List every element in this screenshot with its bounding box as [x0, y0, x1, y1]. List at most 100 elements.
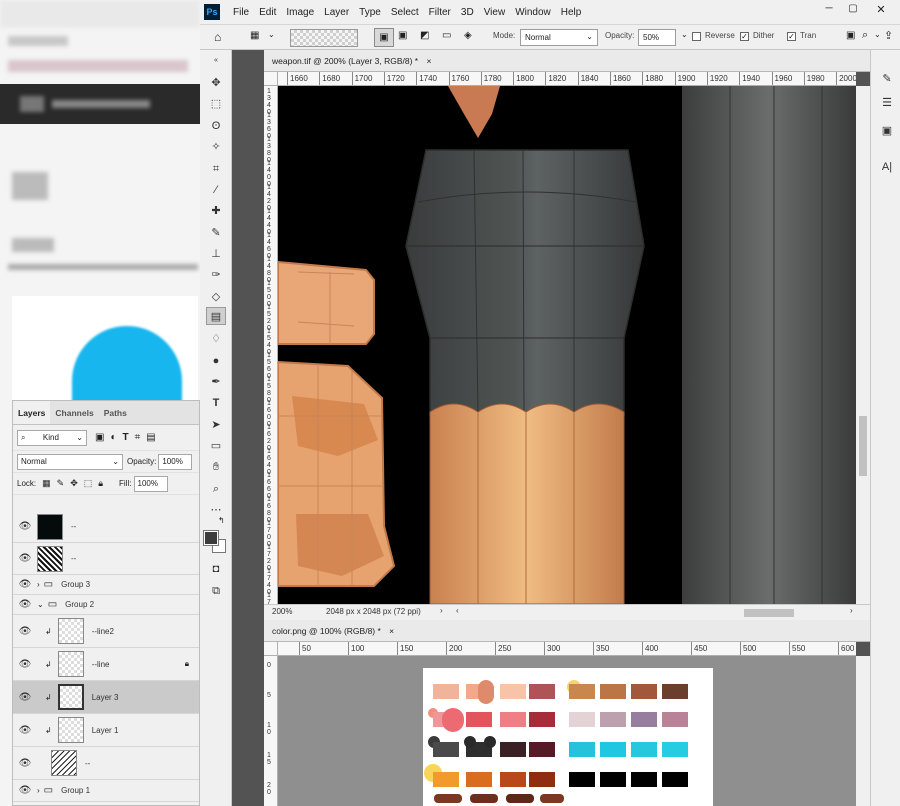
type-filter-icon[interactable]: T	[123, 432, 129, 443]
dither-checkbox[interactable]: ✓	[740, 32, 749, 41]
layer-row-selected[interactable]: 👁︎ ↲ Layer 3	[13, 681, 199, 714]
chevron-down-icon[interactable]: ⌄	[268, 30, 275, 39]
lock-position-icon[interactable]: ✥	[70, 478, 78, 489]
tab-layers[interactable]: Layers	[13, 401, 51, 424]
chevron-right-icon[interactable]: ›	[37, 786, 40, 795]
layer-row[interactable]: 👁︎ --	[13, 511, 199, 543]
menu-layer[interactable]: Layer	[319, 7, 354, 18]
mode-select[interactable]: Normal ⌄	[520, 29, 598, 46]
blur-tool-icon[interactable]: ♢	[206, 330, 226, 348]
crop-tool-icon[interactable]: ⌗	[206, 160, 226, 178]
document-tab[interactable]: color.png @ 100% (RGB/8) * ×	[264, 620, 870, 642]
layer-row[interactable]: 👁︎ --	[13, 747, 199, 780]
reflected-gradient-icon[interactable]: ▭	[442, 30, 451, 41]
lock-all-icon[interactable]: 🔒︎	[98, 478, 103, 489]
eraser-tool-icon[interactable]: ◇	[206, 288, 226, 306]
libraries-icon[interactable]: ▣	[877, 122, 897, 140]
layer-group-row[interactable]: 👁︎ › ▭ Group 3	[13, 575, 199, 595]
close-icon[interactable]: ✕	[872, 3, 890, 16]
lasso-tool-icon[interactable]: ʘ	[206, 117, 226, 135]
pen-tool-icon[interactable]: ✒	[206, 373, 226, 391]
lock-artboard-icon[interactable]: ⬚	[84, 478, 93, 489]
eye-icon[interactable]: 👁︎	[13, 725, 37, 736]
opacity-field[interactable]: 50%	[638, 29, 676, 46]
scroll-thumb[interactable]	[859, 416, 867, 476]
path-selection-tool-icon[interactable]: ➤	[206, 416, 226, 434]
menu-file[interactable]: File	[228, 7, 254, 18]
maximize-icon[interactable]: ▢	[844, 3, 862, 14]
fill-field[interactable]: 100%	[133, 475, 168, 492]
tab-channels[interactable]: Channels	[50, 401, 98, 424]
vertical-scrollbar[interactable]	[856, 86, 870, 604]
angle-gradient-icon[interactable]: ◩	[420, 30, 429, 41]
lock-image-icon[interactable]: ✎	[57, 478, 65, 489]
eyedropper-tool-icon[interactable]: ⁄	[206, 181, 226, 199]
canvas-color[interactable]	[278, 656, 856, 806]
eye-icon[interactable]: 👁︎	[13, 521, 37, 532]
menu-window[interactable]: Window	[510, 7, 556, 18]
close-tab-icon[interactable]: ×	[389, 626, 394, 636]
menu-help[interactable]: Help	[556, 7, 587, 18]
healing-brush-tool-icon[interactable]: ✚	[206, 202, 226, 220]
menu-filter[interactable]: Filter	[424, 7, 456, 18]
magic-wand-tool-icon[interactable]: ✧	[206, 138, 226, 156]
layer-group-row[interactable]: 👁︎ ⌄ ▭ Group 2	[13, 595, 199, 615]
eye-icon[interactable]: 👁︎	[13, 785, 37, 796]
vertical-scrollbar[interactable]	[856, 656, 870, 806]
diamond-gradient-icon[interactable]: ◈	[464, 30, 472, 41]
eye-icon[interactable]: 👁︎	[13, 692, 37, 703]
scroll-left-icon[interactable]: ‹	[456, 606, 459, 615]
eye-icon[interactable]: 👁︎	[13, 626, 37, 637]
layer-row[interactable]: 👁︎ ↲ --line2	[13, 615, 199, 648]
menu-image[interactable]: Image	[281, 7, 319, 18]
menu-view[interactable]: View	[479, 7, 511, 18]
transparency-checkbox[interactable]: ✓	[787, 32, 796, 41]
canvas-weapon[interactable]	[278, 86, 856, 604]
brush-tool-icon[interactable]: ✎	[206, 224, 226, 242]
type-tool-icon[interactable]: T	[206, 394, 226, 412]
marquee-tool-icon[interactable]: ⬚	[206, 95, 226, 113]
clone-stamp-tool-icon[interactable]: ⊥	[206, 245, 226, 263]
eye-icon[interactable]: 👁︎	[13, 659, 37, 670]
collapse-icon[interactable]: «	[206, 52, 226, 70]
layer-row[interactable]: 👁︎ ↲ --line 🔒︎	[13, 648, 199, 681]
swap-colors-icon[interactable]: ↰	[218, 516, 225, 525]
search-icon[interactable]: ⌕	[862, 29, 868, 42]
reverse-checkbox[interactable]	[692, 32, 701, 41]
adjustments-icon[interactable]: ☰	[877, 94, 897, 112]
gradient-preset-icon[interactable]: ▦	[250, 30, 259, 41]
blend-mode-select[interactable]: Normal ⌄	[17, 453, 123, 470]
character-icon[interactable]: A|	[877, 158, 897, 176]
pixel-filter-icon[interactable]: ▣	[95, 432, 104, 443]
menu-3d[interactable]: 3D	[456, 7, 479, 18]
opacity-field[interactable]: 100%	[158, 453, 193, 470]
zoom-level[interactable]: 200%	[272, 607, 292, 616]
foreground-color-swatch[interactable]	[203, 530, 219, 546]
layer-row[interactable]: 👁︎ ↲ Layer 1	[13, 714, 199, 747]
chevron-down-icon[interactable]: ⌄	[681, 30, 688, 39]
zoom-tool-icon[interactable]: ⌕	[206, 480, 226, 498]
document-tab[interactable]: weapon.tif @ 200% (Layer 3, RGB/8) * ×	[264, 50, 870, 72]
move-tool-icon[interactable]: ✥	[206, 74, 226, 92]
linear-gradient-icon[interactable]: ▣	[374, 28, 394, 47]
layer-group-row[interactable]: 👁︎ › ▭ Group 1	[13, 780, 199, 802]
home-icon[interactable]: ⌂	[214, 30, 221, 44]
menu-edit[interactable]: Edit	[254, 7, 281, 18]
chevron-right-icon[interactable]: ›	[37, 580, 40, 589]
lock-transparent-icon[interactable]: ▦	[42, 478, 51, 489]
chevron-right-icon[interactable]: ›	[440, 606, 443, 615]
gradient-tool-icon[interactable]: ▤	[206, 307, 226, 325]
layer-row[interactable]: 👁︎ --	[13, 543, 199, 575]
history-brush-tool-icon[interactable]: ✑	[206, 266, 226, 284]
share-icon[interactable]: ⇪	[884, 29, 893, 42]
filter-kind-select[interactable]: ⌕ Kind ⌄	[17, 429, 87, 446]
smart-object-filter-icon[interactable]: ▤	[146, 432, 155, 443]
brush-settings-icon[interactable]: ✎	[877, 70, 897, 88]
menu-select[interactable]: Select	[386, 7, 424, 18]
quick-mask-icon[interactable]: ◘	[206, 560, 226, 578]
tab-paths[interactable]: Paths	[99, 401, 132, 424]
chevron-down-icon[interactable]: ⌄	[37, 600, 44, 609]
scroll-right-icon[interactable]: ›	[850, 606, 853, 615]
radial-gradient-icon[interactable]: ▣	[398, 30, 407, 41]
panel-icon[interactable]: ▣	[846, 30, 855, 41]
